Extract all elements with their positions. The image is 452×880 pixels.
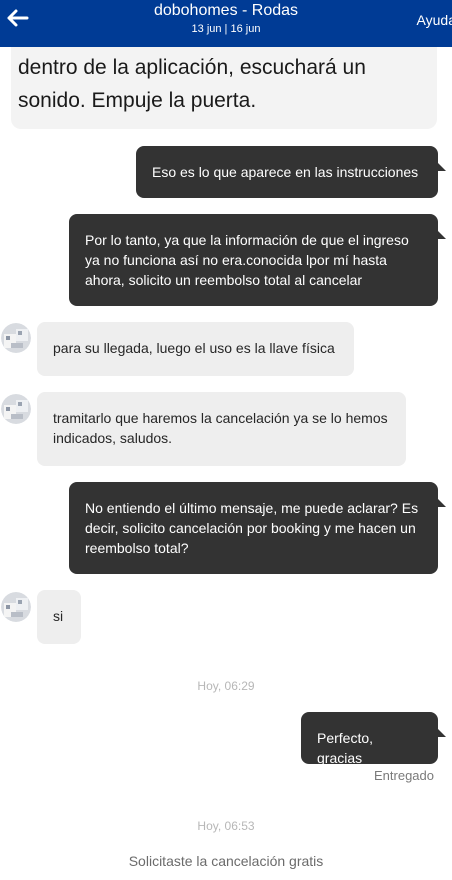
outgoing-message: Por lo tanto, ya que la información de q… [69,214,446,306]
message-text: Perfecto, gracias [317,730,374,766]
outgoing-message: Perfecto, gracias [301,712,446,766]
message-text: para su llegada, luego el uso es la llav… [53,340,335,356]
host-avatar [1,323,31,353]
outgoing-message: No entiendo el último mensaje, me puede … [69,482,446,574]
timestamp-divider: Hoy, 06:53 [197,819,255,833]
message-text: si [53,608,64,624]
incoming-message: para su llegada, luego el uso es la llav… [37,322,354,376]
bubble-tail [438,163,446,171]
timestamp-divider: Hoy, 06:29 [197,679,255,693]
delivery-status: Entregado [374,768,434,783]
message-text: No entiendo el último mensaje, me puede … [85,500,419,556]
message-text: Por lo tanto, ya que la información de q… [85,232,409,288]
message-text: tramitarlo que haremos la cancelación ya… [53,410,388,446]
message-text: dentro de la aplicación, escuchará un so… [18,56,366,112]
stay-dates: 13 jun | 16 jun [191,23,261,35]
cancellation-notice: Solicitaste la cancelación gratis [128,853,324,869]
outgoing-message: Eso es lo que aparece en las instruccion… [136,146,446,198]
chat-header: dobohomes - Rodas 13 jun | 16 jun Ayuda [0,0,452,47]
bubble-tail [438,499,446,507]
incoming-message: tramitarlo que haremos la cancelación ya… [37,392,406,466]
incoming-message: si [37,590,81,644]
host-avatar [1,592,31,622]
help-link[interactable]: Ayuda [417,12,452,28]
chat-title: dobohomes - Rodas [153,2,299,19]
bubble-tail [438,231,446,239]
bubble-tail [438,729,446,737]
host-avatar [1,394,31,424]
message-text: Eso es lo que aparece en las instruccion… [152,164,419,180]
incoming-message-partial: dentro de la aplicación, escuchará un so… [11,47,437,129]
